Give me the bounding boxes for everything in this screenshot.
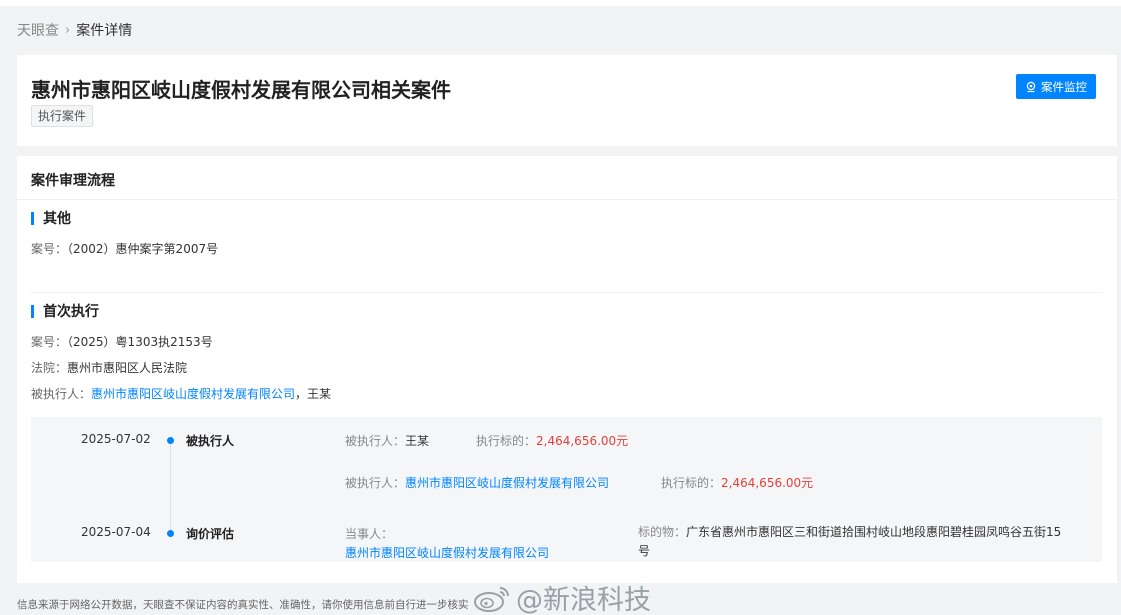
section-first-exec: 首次执行: [31, 301, 99, 321]
section-bar: [31, 211, 34, 225]
case-number-value: （2025）粤1303执2153号: [67, 335, 213, 349]
amount-value: 2,464,656.00元: [721, 476, 814, 490]
amount-label: 执行标的：: [476, 434, 537, 448]
weibo-logo-icon: [474, 586, 509, 612]
timeline-event-type: 被执行人: [186, 434, 235, 448]
case-process-card: 案件审理流程 其他 案号：（2002）惠仲案字第2007号 首次执行 案号：（2…: [17, 156, 1117, 583]
subject-label: 标的物：: [638, 525, 687, 539]
case-header-card: 惠州市惠阳区岐山度假村发展有限公司相关案件 执行案件 案件监控: [17, 55, 1117, 146]
section-other: 其他: [31, 208, 71, 228]
court-value: 惠州市惠阳区人民法院: [67, 361, 188, 375]
case-monitor-button[interactable]: 案件监控: [1016, 74, 1096, 99]
party-company-link[interactable]: 惠州市惠阳区岐山度假村发展有限公司: [345, 546, 549, 560]
respondent-person: 王某: [307, 387, 332, 401]
timeline-date: 2025-07-02: [81, 432, 151, 446]
weibo-watermark: @新浪科技: [472, 578, 651, 615]
respondent-value: 王某: [405, 434, 430, 448]
first-exec-court: 法院：惠州市惠阳区人民法院: [31, 359, 187, 376]
breadcrumb-current: 案件详情: [76, 23, 133, 39]
section-other-title: 其他: [43, 211, 71, 227]
case-timeline: 2025-07-02 被执行人 被执行人：王某 执行标的：2,464,656.0…: [31, 417, 1102, 562]
page-title: 惠州市惠阳区岐山度假村发展有限公司相关案件: [31, 78, 451, 102]
case-number-value: （2002）惠仲案字第2007号: [67, 242, 219, 256]
first-exec-respondents: 被执行人：惠州市惠阳区岐山度假村发展有限公司，王某: [31, 385, 331, 402]
first-exec-case-number: 案号：（2025）粤1303执2153号: [31, 333, 213, 350]
timeline-date: 2025-07-04: [81, 525, 151, 539]
case-monitor-label: 案件监控: [1041, 79, 1087, 94]
timeline-dot: [167, 437, 174, 444]
breadcrumb-home-link[interactable]: 天眼查: [17, 20, 59, 40]
respondent-label: 被执行人：: [345, 476, 406, 490]
party-label: 当事人：: [345, 525, 393, 542]
respondent-separator: ，: [295, 387, 308, 401]
timeline-respondent: 被执行人：王某: [345, 432, 429, 449]
watermark-text: @新浪科技: [516, 585, 651, 615]
disclaimer-footer: 信息来源于网络公开数据，天眼查不保证内容的真实性、准确性，请你使用信息前自行进一…: [17, 599, 469, 611]
timeline-amount: 执行标的：2,464,656.00元: [476, 432, 628, 449]
timeline-dot: [167, 530, 174, 537]
location-pin-icon: [1026, 81, 1036, 92]
party-label-text: 当事人：: [345, 527, 394, 541]
respondent-label: 被执行人：: [345, 434, 406, 448]
divider: [17, 199, 1117, 200]
top-bar: [0, 0, 1121, 6]
respondent-company-link[interactable]: 惠州市惠阳区岐山度假村发展有限公司: [91, 387, 295, 401]
respondent-company-link[interactable]: 惠州市惠阳区岐山度假村发展有限公司: [405, 476, 609, 490]
section-first-exec-title: 首次执行: [43, 304, 99, 320]
court-label: 法院：: [31, 361, 68, 375]
section-bar: [31, 304, 34, 318]
timeline-respondent: 被执行人：惠州市惠阳区岐山度假村发展有限公司: [345, 474, 609, 491]
process-title: 案件审理流程: [31, 173, 115, 189]
subject-matter: 标的物：广东省惠州市惠阳区三和街道拾围村岐山地段惠阳碧桂园凤鸣谷五街15号: [638, 523, 1068, 561]
case-number-label: 案号：: [31, 335, 68, 349]
subject-value: 广东省惠州市惠阳区三和街道拾围村岐山地段惠阳碧桂园凤鸣谷五街15号: [638, 525, 1062, 558]
amount-label: 执行标的：: [661, 476, 722, 490]
timeline-amount: 执行标的：2,464,656.00元: [661, 474, 813, 491]
party-value: 惠州市惠阳区岐山度假村发展有限公司: [345, 544, 549, 561]
timeline-line: [170, 441, 171, 533]
divider: [31, 292, 1102, 293]
breadcrumb-separator: ›: [65, 22, 71, 38]
breadcrumb: 天眼查 › 案件详情: [17, 20, 132, 40]
other-case-number: 案号：（2002）惠仲案字第2007号: [31, 240, 218, 257]
amount-value: 2,464,656.00元: [536, 434, 629, 448]
respondent-label: 被执行人：: [31, 387, 92, 401]
case-type-tag: 执行案件: [31, 105, 94, 127]
case-number-label: 案号：: [31, 242, 68, 256]
timeline-event-type: 询价评估: [186, 527, 235, 541]
